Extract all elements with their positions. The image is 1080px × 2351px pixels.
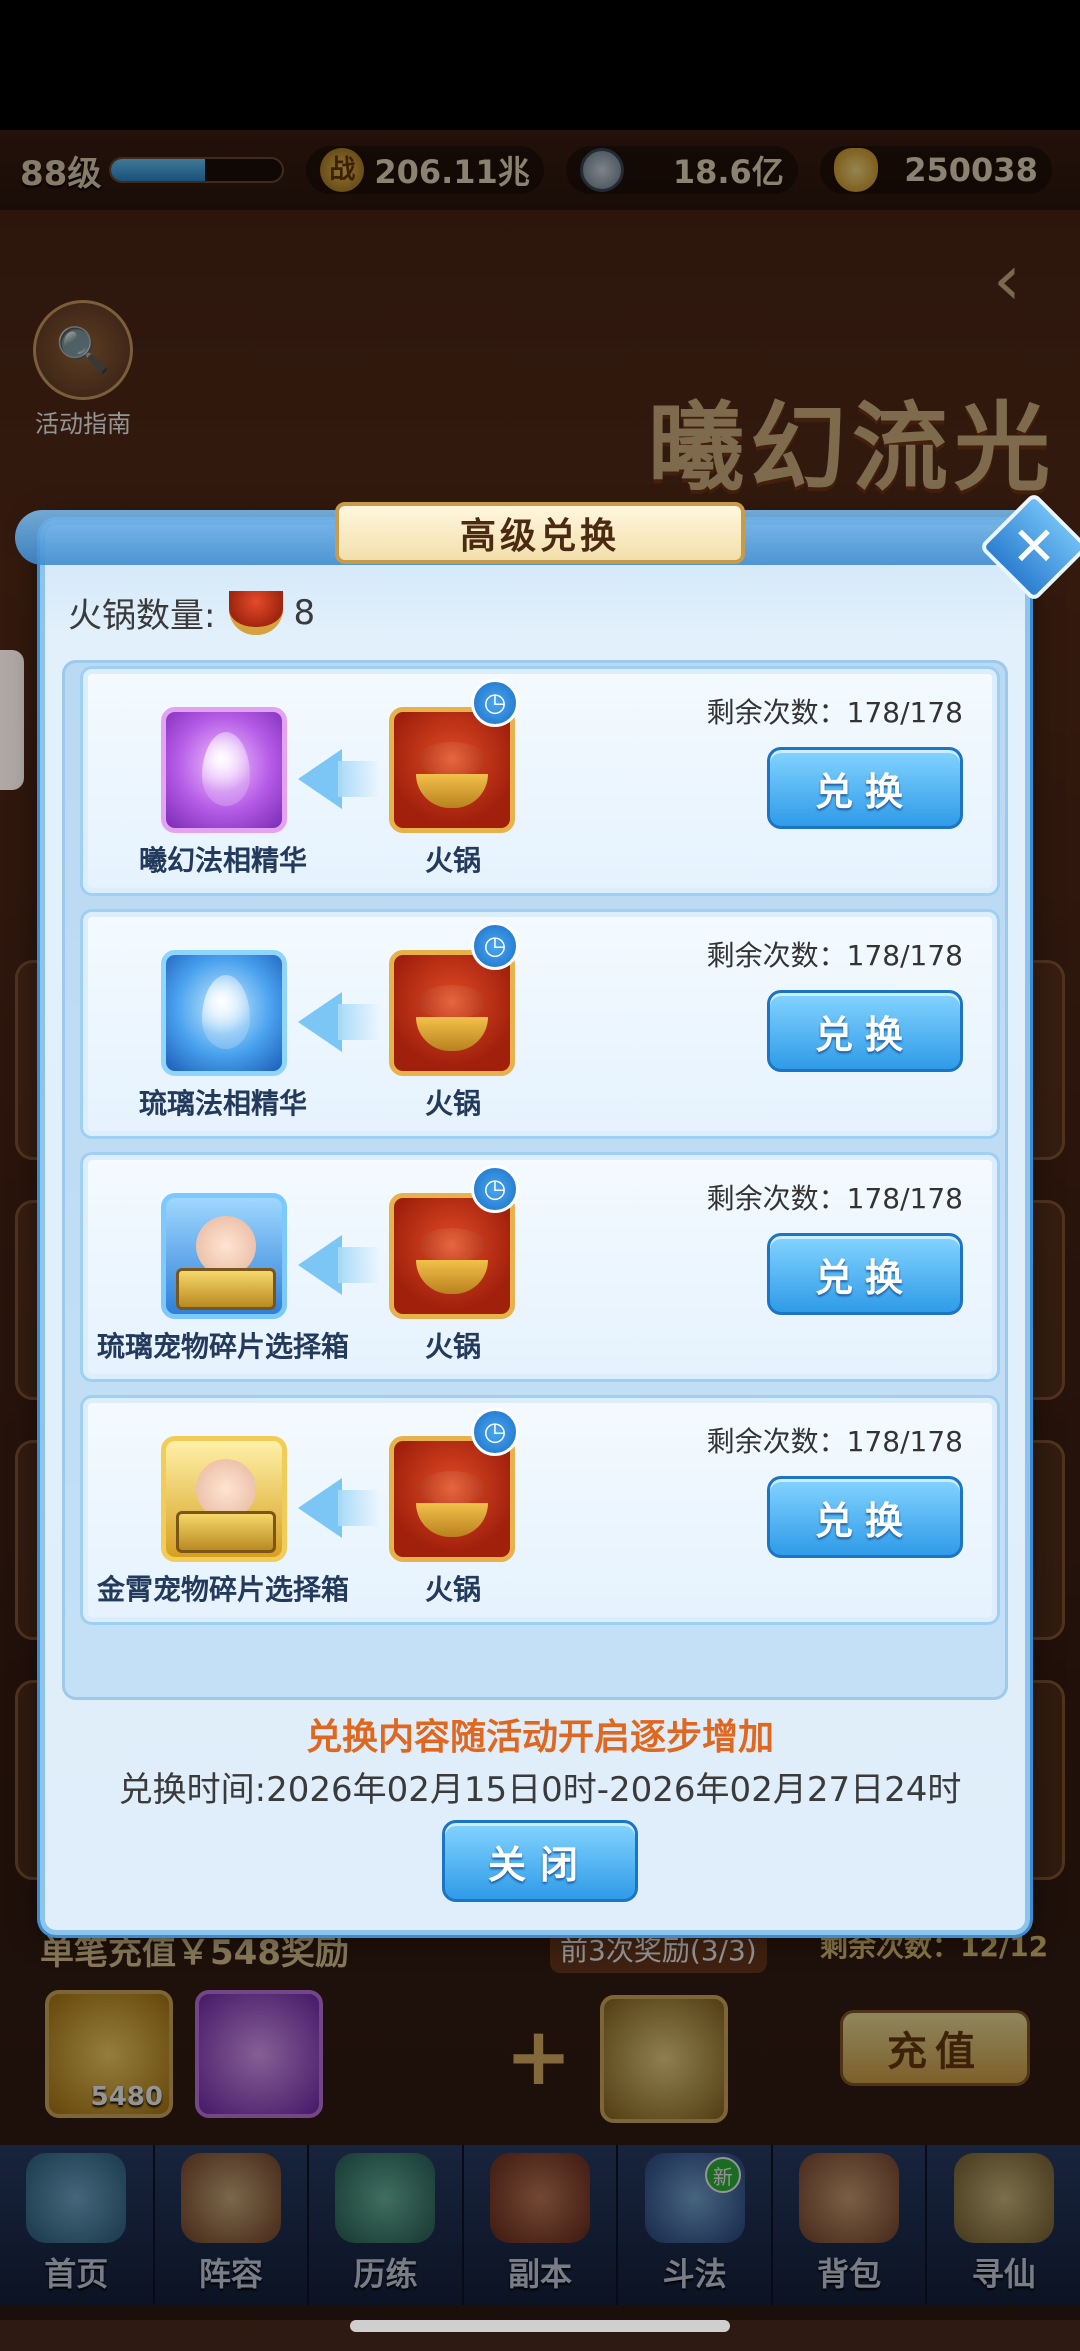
- arrow-tail: [338, 761, 380, 797]
- pet-portrait: [196, 1216, 256, 1276]
- dialog-title: 高级兑换: [335, 502, 745, 564]
- clock-icon: ◷: [471, 679, 519, 727]
- chest-base: [176, 1511, 276, 1553]
- exchange-button[interactable]: 兑换: [767, 1476, 963, 1558]
- cost-name: 火锅: [424, 1330, 481, 1363]
- arrow-tail: [338, 1247, 380, 1283]
- clock-icon: ◷: [471, 1165, 519, 1213]
- close-button[interactable]: 关闭: [442, 1820, 638, 1902]
- essence-gem: [202, 975, 250, 1049]
- hotpot-soup: [418, 1471, 486, 1505]
- clock-icon: ◷: [471, 1408, 519, 1456]
- remaining-count: 剩余次数：178/178: [706, 696, 963, 729]
- item-name: 曦幻法相精华: [138, 844, 307, 877]
- arrow-tail: [338, 1490, 380, 1526]
- exchange-row: ◷ 琉璃宠物碎片选择箱 火锅 剩余次数：178/178 兑换: [80, 1152, 1000, 1382]
- arrow-left-icon: [298, 992, 342, 1052]
- hotpot-soup: [418, 742, 486, 776]
- game-screen: { "topbar": { "level": "88级", "exp_fract…: [0, 0, 1080, 2351]
- exchange-notice: 兑换内容随活动开启逐步增加: [305, 1717, 774, 1758]
- item-name: 琉璃法相精华: [138, 1087, 307, 1120]
- cost-name: 火锅: [424, 1087, 481, 1120]
- cost-name: 火锅: [424, 844, 481, 877]
- exchange-time: 兑换时间:2026年02月15日0时-2026年02月27日24时: [118, 1770, 962, 1810]
- hotpot-icon: [229, 590, 284, 635]
- close-icon: ✕: [1011, 515, 1057, 578]
- exchange-button[interactable]: 兑换: [767, 747, 963, 829]
- arrow-tail: [338, 1004, 380, 1040]
- hotpot-count-label: 火锅数量:: [68, 596, 216, 636]
- arrow-left-icon: [298, 1478, 342, 1538]
- blue-essence-icon[interactable]: [161, 950, 287, 1076]
- remaining-count: 剩余次数：178/178: [706, 1425, 963, 1458]
- pet-portrait: [196, 1459, 256, 1519]
- exchange-row: ◷ 金霄宠物碎片选择箱 火锅 剩余次数：178/178 兑换: [80, 1395, 1000, 1625]
- cost-name: 火锅: [424, 1573, 481, 1606]
- hotpot-soup: [418, 1228, 486, 1262]
- remaining-count: 剩余次数：178/178: [706, 939, 963, 972]
- exchange-row: ◷ 曦幻法相精华 火锅 剩余次数：178/178 兑换: [80, 666, 1000, 896]
- arrow-left-icon: [298, 749, 342, 809]
- exchange-row: ◷ 琉璃法相精华 火锅 剩余次数：178/178 兑换: [80, 909, 1000, 1139]
- hotpot-soup: [418, 985, 486, 1019]
- blue-pet-chest-icon[interactable]: [161, 1193, 287, 1319]
- essence-gem: [202, 732, 250, 806]
- exchange-button[interactable]: 兑换: [767, 990, 963, 1072]
- hotpot-bowl: [416, 774, 488, 808]
- purple-essence-icon[interactable]: [161, 707, 287, 833]
- hotpot-count-value: 8: [293, 592, 316, 633]
- item-name: 金霄宠物碎片选择箱: [96, 1573, 349, 1606]
- remaining-count: 剩余次数：178/178: [706, 1182, 963, 1215]
- exchange-button[interactable]: 兑换: [767, 1233, 963, 1315]
- arrow-left-icon: [298, 1235, 342, 1295]
- hotpot-bowl: [416, 1017, 488, 1051]
- item-name: 琉璃宠物碎片选择箱: [96, 1330, 349, 1363]
- hotpot-bowl: [416, 1503, 488, 1537]
- hotpot-count-display: 火锅数量: 8: [68, 588, 315, 637]
- home-indicator[interactable]: [350, 2320, 730, 2332]
- chest-base: [176, 1268, 276, 1310]
- status-bar: [0, 0, 1080, 130]
- hotpot-bowl: [416, 1260, 488, 1294]
- dialog-footer: 兑换内容随活动开启逐步增加 兑换时间:2026年02月15日0时-2026年02…: [60, 1698, 1020, 1928]
- side-handle: [0, 650, 24, 790]
- clock-icon: ◷: [471, 922, 519, 970]
- gold-pet-chest-icon[interactable]: [161, 1436, 287, 1562]
